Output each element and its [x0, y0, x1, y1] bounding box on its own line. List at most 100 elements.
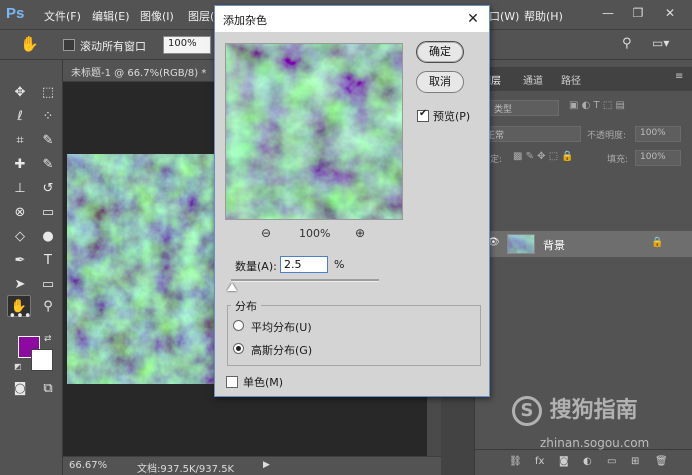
dialog-title: 添加杂色	[223, 14, 267, 27]
more-tools-icon[interactable]: •••	[8, 310, 32, 332]
panel-menu-icon[interactable]: ≡	[675, 71, 683, 82]
menu-help[interactable]: 帮助(H)	[524, 8, 563, 24]
adjustment-layer-icon[interactable]: ◐	[583, 456, 592, 467]
pen-tool-icon[interactable]: ✒	[8, 250, 32, 272]
lasso-tool-icon[interactable]: ℓ	[8, 106, 32, 128]
menu-image[interactable]: 图像(I)	[140, 8, 174, 24]
quick-mask-icon[interactable]: ◙	[8, 378, 32, 400]
opacity-field[interactable]: 100%	[635, 126, 681, 142]
distribution-legend: 分布	[231, 298, 261, 314]
document-tab[interactable]: 未标题-1 @ 66.7%(RGB/8) *	[63, 60, 215, 82]
status-arrow-icon[interactable]: ▶	[263, 460, 270, 470]
dialog-titlebar[interactable]: 添加杂色 ✕	[215, 6, 489, 32]
blur-tool-icon[interactable]: ◇	[8, 226, 32, 248]
brush-tool-icon[interactable]: ✎	[36, 154, 60, 176]
sogou-brand: 搜狗指南	[549, 398, 638, 423]
minimize-icon[interactable]: —	[597, 3, 619, 23]
eyedropper-icon[interactable]: ✎	[36, 130, 60, 152]
preview-label: 预览(P)	[433, 110, 471, 123]
amount-unit: %	[334, 258, 345, 271]
link-layers-icon[interactable]: ⛓	[509, 456, 522, 467]
lock-icons[interactable]: ▩ ✎ ✥ ⬚ 🔒	[513, 151, 574, 162]
layer-thumbnail	[507, 234, 535, 254]
panel-tabs: 图层 通道 路径 ≡	[475, 67, 692, 91]
ok-button[interactable]: 确定	[416, 41, 464, 63]
zoom-out-icon[interactable]: ⊖	[261, 226, 271, 240]
tab-channels[interactable]: 通道	[523, 72, 543, 87]
path-select-icon[interactable]: ➤	[8, 274, 32, 296]
uniform-label: 平均分布(U)	[251, 321, 312, 334]
sogou-s-icon: S	[512, 396, 542, 426]
app-logo: Ps	[6, 5, 25, 22]
layer-name: 背景	[543, 239, 565, 252]
add-mask-icon[interactable]: ◙	[559, 456, 569, 467]
crop-tool-icon[interactable]: ⌗	[8, 130, 32, 152]
tab-paths[interactable]: 路径	[561, 72, 581, 87]
default-colors-icon[interactable]: ◩	[14, 362, 22, 371]
zoom-field[interactable]: 100%	[163, 36, 211, 54]
preview-zoom-level: 100%	[299, 227, 331, 240]
gaussian-label: 高斯分布(G)	[251, 344, 313, 357]
healing-brush-icon[interactable]: ✚	[8, 154, 32, 176]
swap-colors-icon[interactable]: ⇄	[44, 334, 52, 344]
status-document-size: 文档:937.5K/937.5K	[137, 464, 235, 475]
layer-lock-icon: 🔒	[651, 237, 664, 248]
search-icon[interactable]: ⚲	[622, 36, 632, 51]
status-zoom[interactable]: 66.67%	[69, 460, 107, 471]
layer-row-background[interactable]: 👁 背景 🔒	[475, 231, 692, 257]
lock-row: 锁定: ▩ ✎ ✥ ⬚ 🔒 填充: 100%	[475, 147, 692, 169]
preview-image	[226, 44, 402, 219]
new-group-icon[interactable]: ▭	[607, 456, 616, 467]
screen-mode-icon[interactable]: ⧉	[36, 378, 60, 400]
blend-row: 正常 不透明度: 100%	[475, 123, 692, 145]
tools-panel: ✥ ⬚ ℓ ⁘ ⌗ ✎ ✚ ✎ ⊥ ↺ ⊗ ▭ ◇ ● ✒ T ➤ ▭ ✋ ⚲ …	[0, 60, 63, 475]
uniform-radio[interactable]	[233, 320, 244, 331]
hand-tool-icon[interactable]: ✋	[20, 35, 39, 53]
amount-slider-track[interactable]	[231, 279, 379, 282]
cancel-button[interactable]: 取消	[416, 71, 464, 93]
preview-zoom-row: ⊖ 100% ⊕	[225, 226, 403, 242]
scroll-all-checkbox[interactable]	[63, 39, 75, 51]
menu-edit[interactable]: 编辑(E)	[92, 8, 130, 24]
move-tool-icon[interactable]: ✥	[8, 82, 32, 104]
magic-wand-icon[interactable]: ⁘	[36, 106, 60, 128]
restore-icon[interactable]: ❐	[627, 3, 649, 23]
fill-label: 填充:	[607, 155, 629, 165]
close-window-icon[interactable]: ✕	[659, 3, 681, 23]
monochromatic-label: 单色(M)	[243, 376, 284, 389]
close-icon[interactable]: ✕	[463, 9, 483, 29]
add-noise-dialog: 添加杂色 ✕ 确定 取消 预览(P) ⊖ 100% ⊕ 数量(A): 2.5 %…	[214, 5, 490, 397]
menu-file[interactable]: 文件(F)	[44, 8, 81, 24]
new-layer-icon[interactable]: ⊞	[631, 456, 639, 467]
zoom-in-icon[interactable]: ⊕	[355, 226, 365, 240]
workspace-icon[interactable]: ▭▾	[652, 36, 669, 50]
amount-label: 数量(A):	[235, 260, 277, 273]
stamp-tool-icon[interactable]: ⊥	[8, 178, 32, 200]
amount-slider-thumb[interactable]	[226, 283, 237, 291]
layers-panel-footer: ⛓ fx ◙ ◐ ▭ ⊞ 🗑	[475, 449, 692, 475]
zoom-tool-icon[interactable]: ⚲	[36, 296, 60, 318]
history-brush-icon[interactable]: ↺	[36, 178, 60, 200]
blend-mode-select[interactable]: 正常	[481, 126, 581, 142]
marquee-tool-icon[interactable]: ⬚	[36, 82, 60, 104]
shape-tool-icon[interactable]: ▭	[36, 274, 60, 296]
background-color-swatch[interactable]	[31, 349, 53, 371]
filter-preview[interactable]	[225, 43, 403, 220]
eraser-tool-icon[interactable]: ⊗	[8, 202, 32, 224]
filter-icons[interactable]: ▣ ◐ T ⬚ ▤	[569, 100, 625, 111]
gradient-tool-icon[interactable]: ▭	[36, 202, 60, 224]
filter-row: 类型 ▣ ◐ T ⬚ ▤	[475, 97, 692, 119]
opacity-label: 不透明度:	[587, 131, 627, 141]
dodge-tool-icon[interactable]: ●	[36, 226, 60, 248]
fx-icon[interactable]: fx	[535, 456, 544, 467]
fill-field[interactable]: 100%	[635, 150, 681, 166]
scroll-all-label: 滚动所有窗口	[80, 40, 146, 53]
monochromatic-checkbox[interactable]	[226, 376, 238, 388]
gaussian-radio[interactable]	[233, 343, 244, 354]
amount-input[interactable]: 2.5	[280, 256, 328, 273]
type-tool-icon[interactable]: T	[36, 250, 60, 272]
sogou-watermark: S 搜狗指南	[512, 392, 682, 426]
preview-checkbox[interactable]	[417, 108, 429, 122]
kind-filter-select[interactable]: 类型	[489, 100, 559, 116]
delete-layer-icon[interactable]: 🗑	[655, 456, 668, 467]
